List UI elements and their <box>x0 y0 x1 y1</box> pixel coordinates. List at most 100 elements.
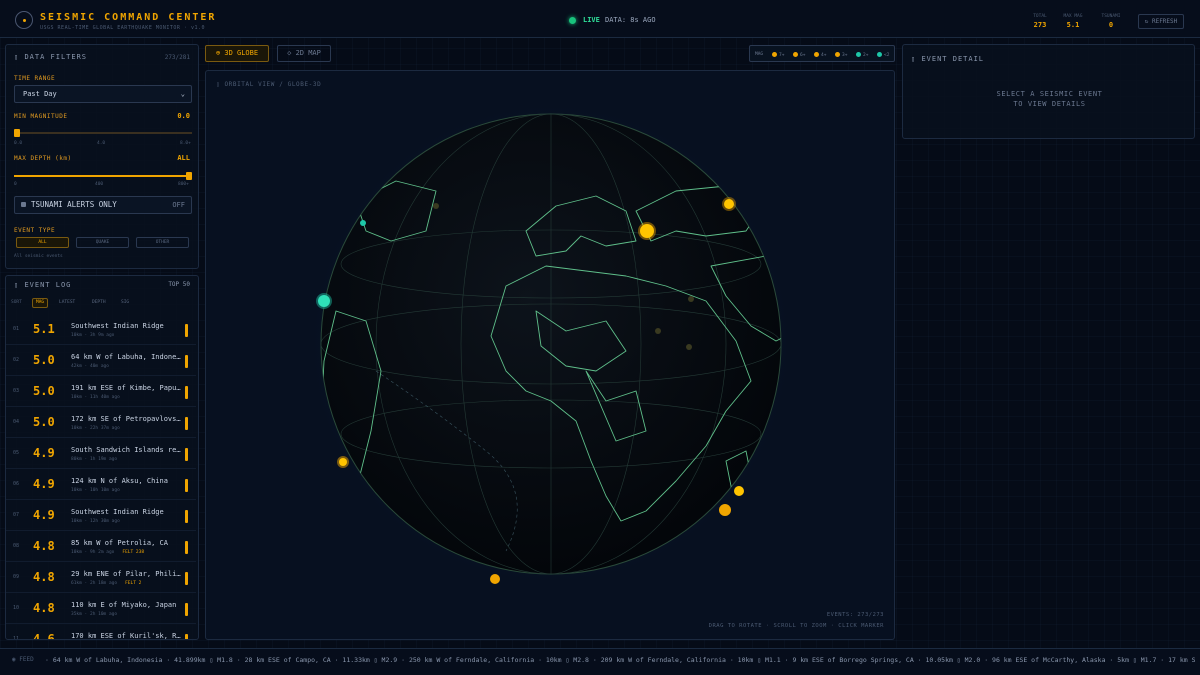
event-row[interactable]: 06 4.9 124 km N of Aksu, China 10km · 10h 1… <box>6 469 196 500</box>
event-row[interactable]: 07 4.9 Southwest Indian Ridge 10km · 12h 30… <box>6 500 196 531</box>
event-place: 172 km SE of Petropavlovsk-Kamchatsky, R… <box>71 415 181 423</box>
event-marker[interactable] <box>719 504 731 516</box>
event-index: 06 <box>13 481 20 487</box>
event-magnitude: 5.0 <box>33 353 55 367</box>
event-magnitude: 5.0 <box>33 384 55 398</box>
max-depth-value: ALL <box>177 154 190 162</box>
event-marker[interactable] <box>318 295 330 307</box>
event-marker-dim <box>655 328 661 334</box>
event-marker-dim <box>686 344 692 350</box>
depth-tick-mid: 400 <box>95 182 104 187</box>
event-type-other[interactable]: OTHER <box>136 237 189 248</box>
legend-item-label: 7+ <box>779 53 785 58</box>
legend-item-label: 2+ <box>863 53 869 58</box>
time-range-select[interactable]: Past Day ⌄ <box>14 85 192 103</box>
sort-latest-button[interactable]: LATEST <box>55 298 79 308</box>
filters-count: 273/281 <box>164 54 190 61</box>
event-age: 3h 9m ago <box>89 333 115 338</box>
event-age: 11h 40m ago <box>89 395 120 400</box>
event-row[interactable]: 08 4.8 85 km W of Petrolia, CA 10km · 9h 2m… <box>6 531 196 562</box>
sort-sig-button[interactable]: SIG <box>117 298 133 308</box>
stat-maxmag-value: 5.1 <box>1066 21 1080 29</box>
event-log-title: ▯ EVENT LOG <box>14 281 71 289</box>
depth-tick-min: 0 <box>14 182 17 187</box>
event-type-quake[interactable]: QUAKE <box>76 237 129 248</box>
list-icon: ▯ <box>14 281 25 289</box>
event-place: Southwest Indian Ridge <box>71 508 164 516</box>
legend-dot-icon <box>856 52 861 57</box>
event-index: 10 <box>13 605 20 611</box>
magnitude-bar <box>185 603 188 616</box>
legend-item: 6+ <box>793 52 805 58</box>
event-marker[interactable] <box>734 486 744 496</box>
sort-label: SORT <box>11 300 22 305</box>
min-mag-slider[interactable] <box>14 132 192 134</box>
event-type-note: All seismic events <box>14 254 63 259</box>
event-marker[interactable] <box>724 199 734 209</box>
tsunami-toggle[interactable]: TSUNAMI ALERTS ONLY OFF <box>14 196 192 214</box>
view-2d-map-button[interactable]: ◇ 2D MAP <box>277 45 331 62</box>
event-row[interactable]: 10 4.8 110 km E of Miyako, Japan 35km · 2h … <box>6 593 196 624</box>
max-depth-slider[interactable] <box>14 175 192 177</box>
event-log-title-text: EVENT LOG <box>24 281 72 289</box>
min-mag-slider-handle[interactable] <box>14 129 20 137</box>
radar-logo-icon <box>15 11 33 29</box>
event-age: 1h 19m ago <box>89 457 118 462</box>
event-age: 22h 37m ago <box>89 426 120 431</box>
magnitude-bar <box>185 572 188 585</box>
event-marker[interactable] <box>339 458 347 466</box>
stat-total-value: 273 <box>1033 21 1047 29</box>
event-log-panel: ▯ EVENT LOG TOP 50 SORT MAG LATEST DEPTH… <box>5 275 199 640</box>
event-index: 11 <box>13 636 20 640</box>
event-row[interactable]: 04 5.0 172 km SE of Petropavlovsk-Kamchats… <box>6 407 196 438</box>
sort-mag-button[interactable]: MAG <box>32 298 49 308</box>
legend-item-label: 6+ <box>800 53 806 58</box>
event-depth: 10km <box>71 333 82 338</box>
events-count: EVENTS: 273/273 <box>826 612 884 618</box>
event-row[interactable]: 03 5.0 191 km ESE of Kimbe, Papua New Guin… <box>6 376 196 407</box>
max-depth-fill <box>14 175 192 177</box>
legend-dot-icon <box>835 52 840 57</box>
event-index: 07 <box>13 512 20 518</box>
max-depth-slider-handle[interactable] <box>186 172 192 180</box>
event-row[interactable]: 114.6170 km ESE of Kuril'sk, Russia35km … <box>6 624 196 640</box>
event-type-label: EVENT TYPE <box>14 227 56 234</box>
event-meta: 10km · 22h 37m ago <box>71 426 120 431</box>
time-range-value: Past Day <box>23 90 57 98</box>
stat-tsunami-value: 0 <box>1108 21 1114 29</box>
event-meta: 10km · 9h 2m ago FELT 238 <box>71 550 145 555</box>
depth-tick-max: 800+ <box>178 182 189 187</box>
view-3d-globe-button[interactable]: ⊕ 3D GLOBE <box>205 45 269 62</box>
event-feed-ticker: ◉ FEED · 64 km W of Labuha, Indonesia · … <box>0 648 1200 675</box>
event-marker[interactable] <box>360 220 366 226</box>
sort-depth-button[interactable]: DEPTH <box>88 298 110 308</box>
globe-panel: ▯ ORBITAL VIEW / GLOBE-3D EVENTS: 273/27… <box>205 70 895 640</box>
info-icon: ▯ <box>911 55 922 63</box>
legend-item: 2+ <box>856 52 868 58</box>
event-place: 170 km ESE of Kuril'sk, Russia <box>71 632 181 640</box>
event-row[interactable]: 05 4.9 South Sandwich Islands region 80km ·… <box>6 438 196 469</box>
stat-total-label: TOTAL <box>1033 14 1047 19</box>
event-magnitude: 4.8 <box>33 601 55 615</box>
magnitude-bar <box>185 479 188 492</box>
event-magnitude: 4.6 <box>33 632 55 640</box>
event-place: 85 km W of Petrolia, CA <box>71 539 168 547</box>
event-place: South Sandwich Islands region <box>71 446 181 454</box>
event-row[interactable]: 01 5.1 Southwest Indian Ridge 10km · 3h 9m … <box>6 314 196 345</box>
event-row[interactable]: 09 4.8 29 km ENE of Pilar, Philippines 61km… <box>6 562 196 593</box>
event-felt: FELT 238 <box>122 550 145 555</box>
feed-label: ◉ FEED <box>12 656 34 663</box>
max-depth-label: MAX DEPTH (km) <box>14 155 72 162</box>
event-depth: 10km <box>71 550 82 555</box>
event-index: 08 <box>13 543 20 549</box>
refresh-button[interactable]: ↻ REFRESH <box>1138 14 1184 29</box>
event-marker[interactable] <box>640 224 654 238</box>
live-label: LIVE <box>583 16 600 24</box>
event-type-all[interactable]: ALL <box>16 237 69 248</box>
event-row[interactable]: 02 5.0 64 km W of Labuha, Indonesia 42km · … <box>6 345 196 376</box>
stat-tsunami-label: TSUNAMI <box>1101 14 1121 19</box>
stat-maxmag-label: MAX MAG <box>1063 14 1083 19</box>
globe-canvas[interactable] <box>206 71 894 639</box>
legend-dot-icon <box>772 52 777 57</box>
event-marker[interactable] <box>490 574 500 584</box>
